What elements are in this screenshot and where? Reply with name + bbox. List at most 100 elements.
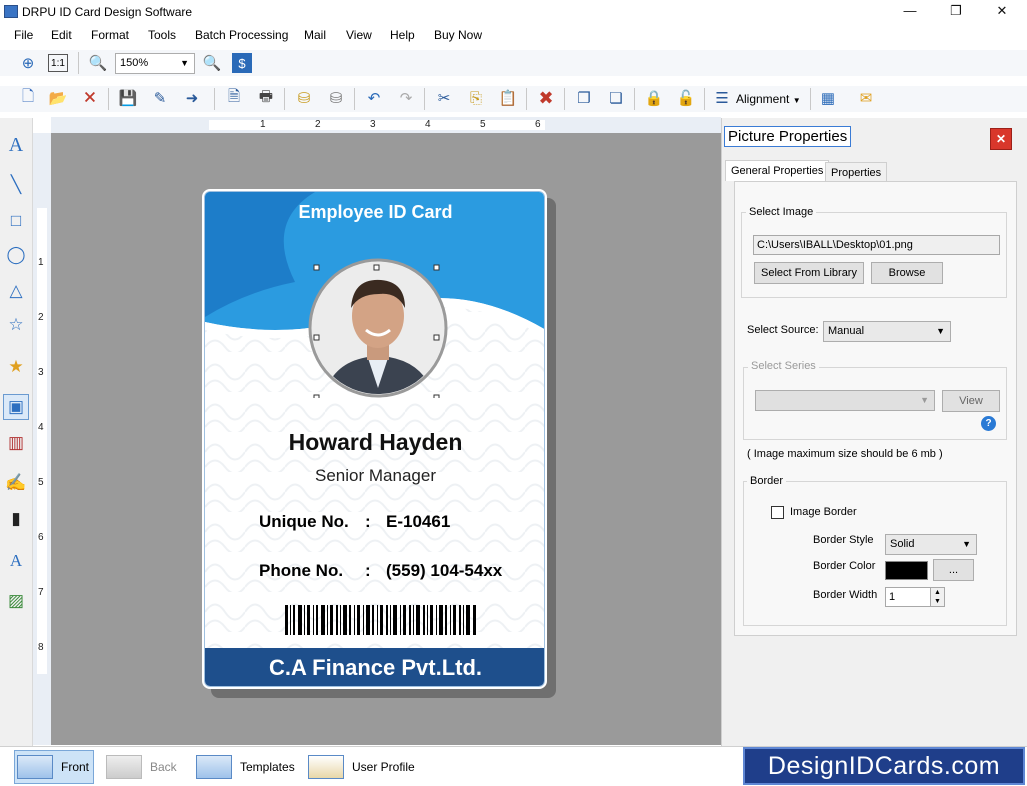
zoom-out-icon[interactable]: 🔍: [200, 51, 224, 75]
company-name[interactable]: C.A Finance Pvt.Ltd.: [205, 655, 544, 681]
undo-icon[interactable]: ↶: [362, 86, 386, 110]
minimize-button[interactable]: —: [887, 0, 933, 24]
rectangle-tool-icon[interactable]: □: [3, 208, 29, 234]
chevron-down-icon: ▼: [180, 58, 189, 68]
ruler-number: 6: [38, 532, 44, 543]
lock-icon[interactable]: 🔒: [642, 86, 666, 110]
export-icon[interactable]: ➜: [180, 86, 204, 110]
print-icon[interactable]: 🖶: [254, 86, 278, 110]
toolbar-separator: [526, 88, 527, 110]
phone-no-label[interactable]: Phone No.: [259, 561, 343, 581]
toolbar-separator: [704, 88, 705, 110]
ellipse-tool-icon[interactable]: ◯: [3, 242, 29, 268]
border-width-stepper[interactable]: 1: [885, 587, 931, 607]
select-from-library-button[interactable]: Select From Library: [754, 262, 864, 284]
templates-label: Templates: [240, 760, 295, 774]
grid-icon[interactable]: ▦: [816, 86, 840, 110]
email-icon[interactable]: ✉: [854, 86, 878, 110]
properties-panel: Picture Properties ✕ General Properties …: [721, 118, 1027, 746]
line-tool-icon[interactable]: ╲: [3, 172, 29, 198]
front-button[interactable]: Front: [14, 750, 94, 784]
image-tool-icon[interactable]: ▨: [3, 588, 29, 614]
vertical-ruler: 1 2 3 4 5 6 7 8: [33, 133, 51, 745]
database-icon[interactable]: ⛁: [292, 86, 316, 110]
ruler-number: 4: [425, 119, 431, 130]
star-tool-icon[interactable]: ☆: [3, 312, 29, 338]
border-color-button[interactable]: ...: [933, 559, 974, 581]
menu-batch-processing[interactable]: Batch Processing: [195, 28, 288, 42]
employee-name[interactable]: Howard Hayden: [205, 429, 544, 456]
watermark-tool-icon[interactable]: A: [3, 548, 29, 574]
fit-page-icon[interactable]: ⊕: [16, 51, 40, 75]
database-gray-icon[interactable]: ⛁: [324, 86, 348, 110]
series-dropdown[interactable]: ▼: [755, 390, 935, 411]
select-source-dropdown[interactable]: Manual ▼: [823, 321, 951, 342]
image-path-field[interactable]: C:\Users\IBALL\Desktop\01.png: [753, 235, 1000, 255]
unique-no-value[interactable]: E-10461: [386, 512, 450, 532]
menu-format[interactable]: Format: [91, 28, 129, 42]
barcode-tool-icon[interactable]: ▮: [3, 506, 29, 532]
zoom-in-icon[interactable]: 🔍: [86, 51, 110, 75]
text-tool-icon[interactable]: A: [3, 132, 29, 158]
library-tool-icon[interactable]: ▥: [3, 430, 29, 456]
send-back-icon[interactable]: ❏: [604, 86, 628, 110]
panel-title: Picture Properties: [724, 126, 852, 147]
close-button[interactable]: ✕: [979, 0, 1025, 24]
phone-no-value[interactable]: (559) 104-54xx: [386, 561, 502, 581]
select-image-group: [741, 212, 1007, 298]
menu-file[interactable]: File: [14, 28, 33, 42]
phone-no-separator: :: [365, 561, 371, 580]
barcode[interactable]: [285, 605, 477, 635]
id-card[interactable]: Employee ID Card Howard Hayden Senior Ma…: [202, 189, 547, 689]
templates-button[interactable]: Templates: [196, 750, 296, 784]
stepper-arrows-icon[interactable]: ▲ ▼: [930, 587, 945, 607]
browse-button[interactable]: Browse: [871, 262, 943, 284]
paste-icon[interactable]: 📋: [496, 86, 520, 110]
dollar-icon[interactable]: $: [232, 53, 252, 73]
select-source-value: Manual: [828, 325, 865, 337]
copy-icon[interactable]: ⎘: [464, 86, 488, 110]
tab-properties[interactable]: Properties: [825, 162, 888, 183]
menu-view[interactable]: View: [346, 28, 372, 42]
menu-help[interactable]: Help: [390, 28, 415, 42]
alignment-dropdown[interactable]: Alignment ▼: [736, 92, 801, 106]
menu-buy-now[interactable]: Buy Now: [434, 28, 482, 42]
border-color-swatch: [885, 561, 928, 580]
save-as-icon[interactable]: ✎: [148, 86, 172, 110]
triangle-tool-icon[interactable]: △: [3, 278, 29, 304]
close-file-icon[interactable]: 🗙: [78, 86, 102, 110]
cut-icon[interactable]: ✂: [432, 86, 456, 110]
save-icon[interactable]: 💾: [116, 86, 140, 110]
signature-tool-icon[interactable]: ✍: [3, 470, 29, 496]
employee-designation[interactable]: Senior Manager: [205, 466, 544, 486]
image-border-checkbox[interactable]: [771, 506, 784, 519]
delete-icon[interactable]: ✖: [534, 86, 558, 110]
unique-no-label[interactable]: Unique No.: [259, 512, 349, 532]
user-profile-button[interactable]: User Profile: [308, 750, 418, 784]
tab-general-properties[interactable]: General Properties: [725, 160, 830, 181]
shapes-tool-icon[interactable]: ★: [3, 354, 29, 380]
panel-close-icon[interactable]: ✕: [990, 128, 1012, 150]
print-preview-icon[interactable]: 🗎: [222, 86, 246, 110]
unlock-icon[interactable]: 🔓: [674, 86, 698, 110]
border-style-dropdown[interactable]: Solid ▼: [885, 534, 977, 555]
employee-photo[interactable]: [293, 248, 463, 398]
new-icon[interactable]: 🗋: [16, 86, 40, 110]
title-bar: DRPU ID Card Design Software — ❐ ✕: [0, 0, 1027, 24]
view-button[interactable]: View: [942, 390, 1000, 412]
menu-tools[interactable]: Tools: [148, 28, 176, 42]
redo-icon[interactable]: ↷: [394, 86, 418, 110]
open-icon[interactable]: 📂: [46, 86, 70, 110]
alignment-icon[interactable]: ☰: [710, 86, 734, 110]
toolbar-separator: [564, 88, 565, 110]
menu-mail[interactable]: Mail: [304, 28, 326, 42]
picture-tool-icon[interactable]: ▣: [3, 394, 29, 420]
maximize-button[interactable]: ❐: [933, 0, 979, 24]
bring-front-icon[interactable]: ❐: [572, 86, 596, 110]
actual-size-icon[interactable]: 1:1: [48, 54, 68, 72]
back-button[interactable]: Back: [106, 750, 186, 784]
toolbar-separator: [354, 88, 355, 110]
zoom-select[interactable]: 150% ▼: [115, 53, 195, 74]
menu-edit[interactable]: Edit: [51, 28, 72, 42]
help-icon[interactable]: ?: [981, 416, 996, 431]
